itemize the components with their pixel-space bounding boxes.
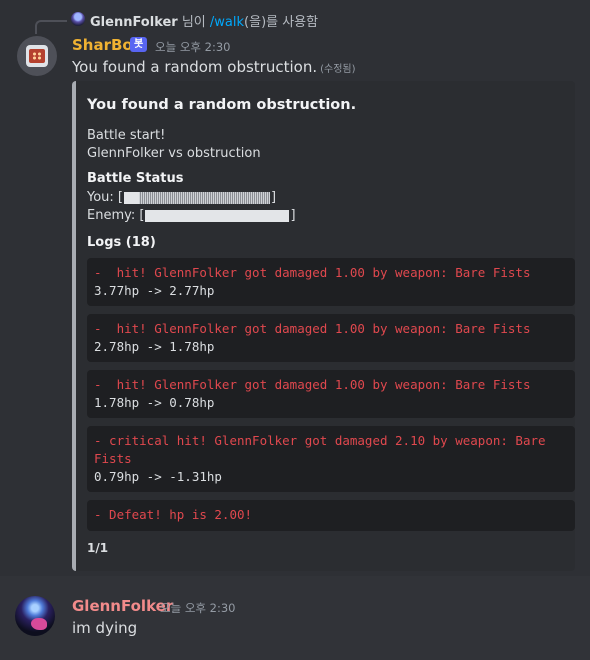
log-hp-change: 2.78hp -> 1.78hp [94,339,215,354]
embed-desc-line1: Battle start! [87,128,166,143]
edited-label: (수정됨) [320,64,356,75]
bot-avatar[interactable] [17,36,57,76]
embed-description: Battle start! GlennFolker vs obstruction [87,127,261,163]
bot-message-content: You found a random obstruction. [72,58,318,76]
you-hp-fill [124,191,139,204]
reply-suffix: (을)를 사용함 [244,15,319,30]
you-label: You: [ [87,190,123,205]
bot-badge: 봇 [130,37,148,52]
enemy-label: Enemy: [ [87,208,145,223]
log-entry: - Defeat! hp is 2.00! [87,500,575,531]
enemy-bar-close: ] [290,208,296,223]
log-hp-change: 1.78hp -> 0.78hp [94,395,215,410]
log-event: - hit! GlennFolker got damaged 1.00 by w… [94,321,531,336]
bot-message-text: You found a random obstruction. (수정됨) [72,58,356,76]
enemy-hp-bar [145,209,290,222]
enemy-status: Enemy: [ ] [87,208,296,223]
user-message-text: im dying [72,619,138,637]
log-event: - hit! GlennFolker got damaged 1.00 by w… [94,265,531,280]
bot-avatar-icon [26,45,48,67]
bot-timestamp[interactable]: 오늘 오후 2:30 [155,39,230,55]
bot-message: GlennFolker 님이 /walk(을)를 사용함 SharBot 봇 오… [0,0,590,576]
embed-title: You found a random obstruction. [87,97,357,113]
log-entry: - hit! GlennFolker got damaged 1.00 by w… [87,258,575,306]
log-event: - hit! GlennFolker got damaged 1.00 by w… [94,377,531,392]
enemy-hp-fill [145,209,290,222]
embed-desc-line2: GlennFolker vs obstruction [87,146,261,161]
log-entry: - hit! GlennFolker got damaged 1.00 by w… [87,370,575,418]
reply-connector [35,20,67,34]
command-reply-header: GlennFolker 님이 /walk(을)를 사용함 [90,11,318,30]
log-event: - critical hit! GlennFolker got damaged … [94,433,554,466]
log-entry: - hit! GlennFolker got damaged 1.00 by w… [87,314,575,362]
log-event: - Defeat! hp is 2.00! [94,507,253,522]
user-author-name[interactable]: GlennFolker [72,597,173,615]
battle-status-heading: Battle Status [87,171,184,186]
log-hp-change: 0.79hp -> -1.31hp [94,469,222,484]
you-hp-bar [124,191,270,204]
reply-avatar-icon[interactable] [71,12,85,26]
battle-embed: You found a random obstruction. Battle s… [72,81,575,571]
you-bar-close: ] [271,190,277,205]
user-avatar[interactable] [15,596,55,636]
you-hp-empty [138,191,270,204]
reply-middle: 님이 [177,15,210,30]
logs-heading: Logs (18) [87,235,156,250]
log-hp-change: 3.77hp -> 2.77hp [94,283,215,298]
log-entry: - critical hit! GlennFolker got damaged … [87,426,575,492]
reply-command-link[interactable]: /walk [210,15,244,30]
reply-username[interactable]: GlennFolker [90,15,178,30]
you-status: You: [ ] [87,190,276,205]
page-indicator: 1/1 [87,541,109,555]
user-timestamp[interactable]: 오늘 오후 2:30 [160,600,235,616]
